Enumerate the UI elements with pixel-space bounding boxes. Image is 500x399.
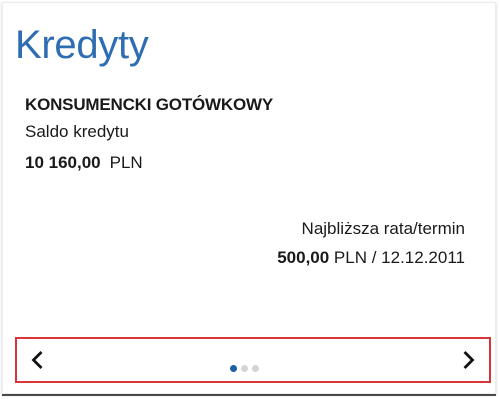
credit-product-name: KONSUMENCKI GOTÓWKOWY — [25, 95, 273, 114]
card-title: Kredyty — [15, 23, 149, 67]
next-installment-label: Najbliższa rata/termin — [301, 219, 465, 238]
next-installment-value: 500,00 PLN / 12.12.2011 — [277, 248, 465, 268]
balance-amount: 10 160,00 — [25, 153, 101, 172]
carousel-pagination — [230, 365, 259, 373]
carousel-navigation — [15, 337, 491, 383]
pagination-dot-2[interactable] — [241, 365, 248, 372]
chevron-right-icon — [463, 351, 475, 369]
next-button[interactable] — [449, 339, 489, 381]
previous-button[interactable] — [17, 339, 57, 381]
balance-value: 10 160,00 PLN — [25, 153, 143, 173]
balance-label: Saldo kredytu — [25, 122, 129, 141]
credits-card: Kredyty KONSUMENCKI GOTÓWKOWY Saldo kred… — [2, 2, 496, 394]
pagination-dot-1[interactable] — [230, 365, 237, 372]
balance-currency: PLN — [109, 153, 143, 172]
card-bottom-border — [2, 394, 496, 396]
chevron-left-icon — [31, 351, 43, 369]
next-installment-amount: 500,00 — [277, 248, 330, 267]
next-installment-currency-date: PLN / 12.12.2011 — [329, 248, 465, 267]
pagination-dot-3[interactable] — [252, 365, 259, 372]
